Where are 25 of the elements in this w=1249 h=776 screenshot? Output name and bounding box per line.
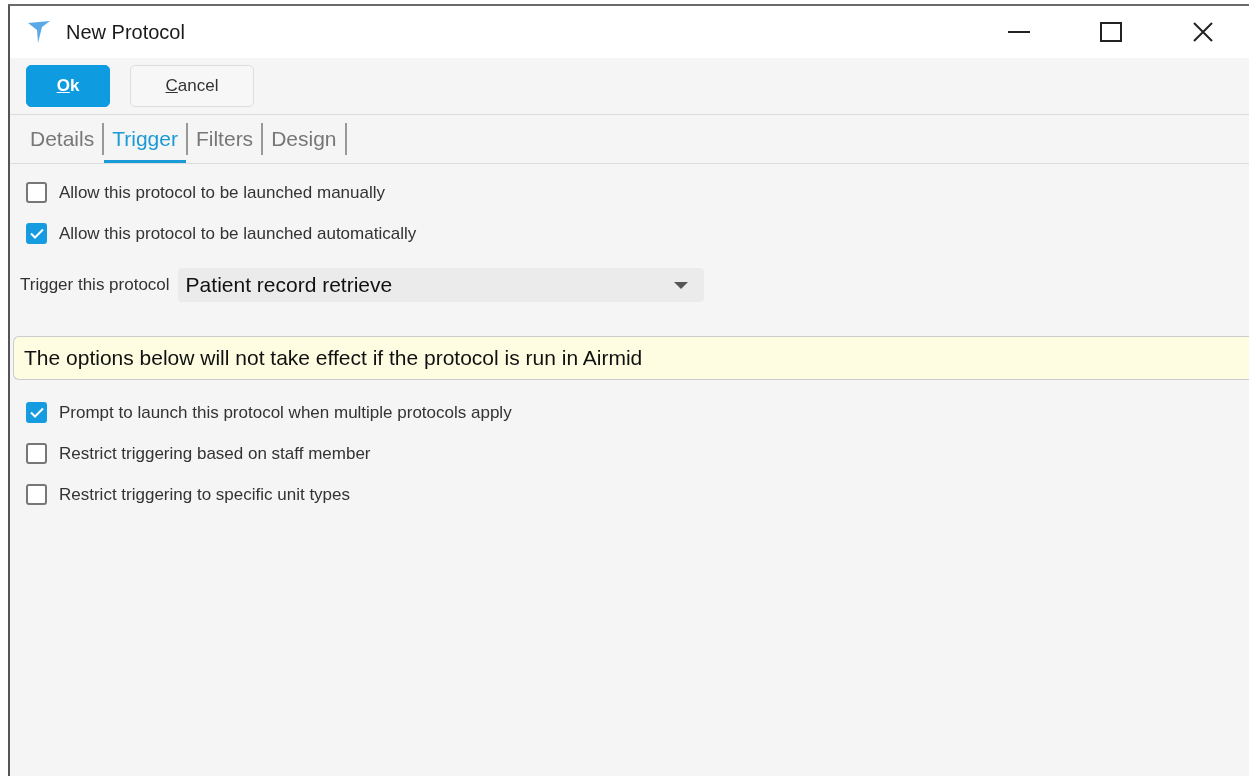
checkbox[interactable] (26, 182, 47, 203)
maximize-icon (1100, 22, 1122, 42)
checkbox[interactable] (26, 484, 47, 505)
tab[interactable]: Design (263, 115, 345, 163)
notice-banner: The options below will not take effect if the protocol is run in Airmid (13, 336, 1249, 380)
cancel-button[interactable]: Cancel (130, 65, 254, 107)
checkbox-label: Restrict triggering to specific unit types (59, 484, 350, 505)
caret-icon (673, 281, 688, 289)
field-label: Trigger this protocol (20, 275, 170, 295)
checkbox-label: Restrict triggering based on staff member (59, 443, 371, 464)
checkbox-label: Allow this protocol to be launched manually (59, 182, 386, 203)
tab[interactable]: Details (22, 115, 103, 163)
checkbox[interactable] (26, 223, 47, 244)
checkbox-label: Prompt to launch this protocol when multiple protocols apply (59, 402, 512, 423)
trigger-dropdown[interactable]: Patient record retrieve (177, 268, 704, 302)
window-title: New Protocol (66, 20, 186, 44)
checkmark-icon (29, 228, 44, 239)
minimize-icon (1008, 31, 1030, 33)
tab[interactable]: Filters (187, 115, 262, 163)
close-icon (1193, 22, 1213, 42)
checkmark-icon (29, 407, 44, 418)
checkbox-label: Allow this protocol to be launched automatically (59, 223, 417, 244)
ok-button[interactable]: Ok (26, 65, 110, 107)
checkbox[interactable] (26, 443, 47, 464)
checkbox[interactable] (26, 402, 47, 423)
